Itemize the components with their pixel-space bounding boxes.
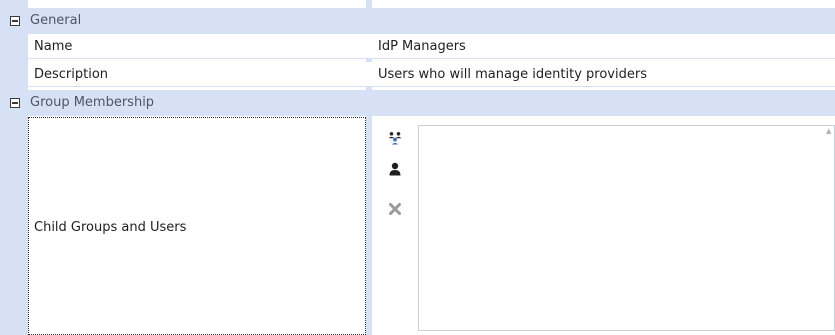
property-description-label: Description xyxy=(34,67,109,82)
property-row-name[interactable]: Name IdP Managers xyxy=(28,34,835,59)
category-general[interactable]: General xyxy=(0,8,835,34)
property-name-label: Name xyxy=(34,39,73,54)
remove-icon[interactable] xyxy=(388,202,402,216)
members-list[interactable]: ▲ xyxy=(418,125,835,331)
category-label: Group Membership xyxy=(30,95,155,110)
add-user-icon[interactable] xyxy=(388,162,402,176)
property-row-description[interactable]: Description Users who will manage identi… xyxy=(28,62,835,87)
scroll-up-icon[interactable]: ▲ xyxy=(826,128,832,135)
category-group-membership[interactable]: Group Membership xyxy=(0,90,835,116)
child-groups-editor: ▲ xyxy=(372,117,835,335)
property-name-value[interactable]: IdP Managers xyxy=(378,34,466,59)
collapse-icon[interactable] xyxy=(10,16,20,26)
property-grid-gutter xyxy=(0,0,28,335)
category-label: General xyxy=(30,13,82,28)
child-groups-label: Child Groups and Users xyxy=(34,220,187,235)
property-grid: General Name IdP Managers Description Us… xyxy=(0,0,835,335)
collapse-icon[interactable] xyxy=(10,98,20,108)
add-group-icon[interactable] xyxy=(388,131,402,145)
property-row-child-groups[interactable]: Child Groups and Users xyxy=(28,117,366,335)
property-description-value[interactable]: Users who will manage identity providers xyxy=(378,62,647,87)
